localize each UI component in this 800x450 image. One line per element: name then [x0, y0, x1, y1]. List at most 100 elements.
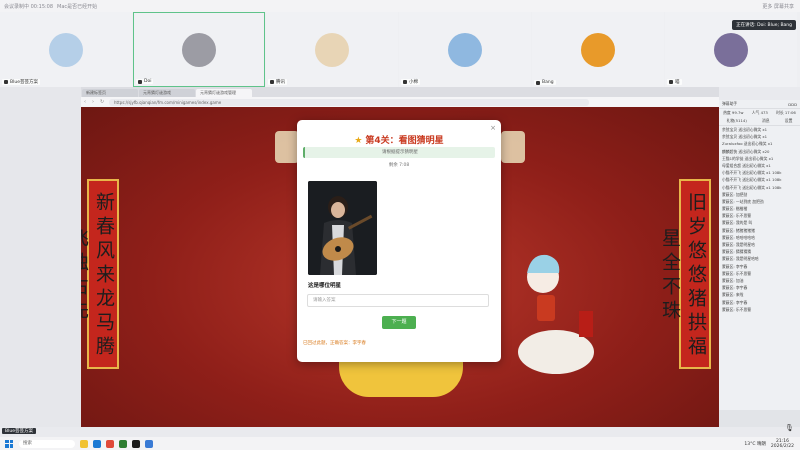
chat-message: Zuraluxfoo 送出初心微笑 x1: [722, 141, 773, 147]
chat-message: 王猫1的学徒 送出初心微笑 x1: [722, 155, 774, 161]
chat-message: 麟麟超快 送出初心微笑 x20: [722, 148, 770, 154]
forward-icon[interactable]: ›: [92, 99, 97, 105]
chat-tab[interactable]: 设置: [785, 118, 793, 124]
chat-message: 母爱组合超 送出初心微笑 x1: [722, 162, 771, 168]
countdown-timer: 剩余 7:08: [388, 163, 410, 168]
participant-tile[interactable]: 小棉: [399, 12, 531, 87]
chat-message: 小猫不开飞 送出初心微笑 x1 108k: [722, 170, 782, 176]
chat-message: 蒙蔽区: 我是明星哈: [722, 242, 755, 247]
windows-taskbar: 搜索 13°C 晴朗 21:16 2026/2/22: [0, 437, 800, 450]
weather-widget[interactable]: 13°C 晴朗: [744, 441, 766, 447]
next-question-button[interactable]: 下一题: [382, 316, 416, 329]
chat-tab[interactable]: 消息: [762, 118, 770, 124]
participant-avatar: [714, 32, 748, 67]
meeting-app-name: Mac是否已经开始: [57, 3, 98, 10]
chat-header-right[interactable]: DDD: [788, 102, 797, 107]
participant-avatar: [315, 32, 349, 67]
couplet-left: 新春风来龙马腾飞独占先: [81, 179, 119, 369]
meeting-top-bar: 会议录制中 00:15:08 Mac是否已经开始 更多 屏幕共享: [0, 0, 800, 12]
browser-tab[interactable]: 元宵猜灯谜游戏: [139, 89, 195, 97]
chat-message: 蒙蔽区: 我的是 叫: [722, 220, 753, 226]
edge-browser-icon[interactable]: [93, 439, 101, 448]
chat-message: 蒙蔽区: 加油: [722, 277, 744, 283]
chat-message: 蒙蔽区: 楷楷楷: [722, 206, 748, 212]
chat-message: 余弦宝贝 送出初心微笑 x1: [722, 127, 768, 132]
meeting-app-icon[interactable]: [145, 439, 153, 448]
meeting-top-right-controls[interactable]: 更多 屏幕共享: [762, 3, 794, 10]
windows-start-icon[interactable]: [5, 439, 13, 448]
quiz-modal: × ★ 第4关：看图猜明星 请根据提示猜明星 剩余 7:08 这是哪位明星 请输入…: [297, 120, 501, 362]
participant-name: 腾讯: [276, 80, 285, 85]
mic-icon: [4, 80, 8, 84]
steam-icon[interactable]: [132, 439, 140, 448]
chat-message: 蒙蔽区: 加把劲: [722, 191, 748, 197]
chat-message: 蒙蔽区: 李宇春: [722, 299, 748, 305]
game-top-button[interactable]: [275, 131, 299, 163]
chat-message: 蒙蔽区: 一站到底 加把劲: [722, 198, 764, 204]
chat-message: 蒙蔽区: 猪猪猪猪猪: [722, 227, 755, 233]
chat-message: 小猫不开飞 送出初心微笑 x1 108k: [722, 184, 782, 190]
mascot-illustration: [518, 254, 594, 374]
participant-name: Doi: [144, 79, 152, 84]
answer-input[interactable]: 请输入答案: [307, 294, 489, 307]
clock[interactable]: 21:16 2026/2/22: [771, 439, 794, 449]
browser-tab[interactable]: 新建标签页: [82, 89, 138, 97]
stat-item: 热度 99.7w: [723, 110, 744, 115]
mic-icon: [536, 80, 540, 85]
question-label: 这是哪位明星: [308, 283, 342, 289]
answer-status: 已回过此题，正确答案：李宇春: [303, 341, 366, 346]
chat-message: 蒙蔽区: 乐不思蜀: [722, 270, 752, 276]
taskbar-search[interactable]: 搜索: [19, 439, 75, 448]
chat-message: 蒙蔽区: 李宇春: [722, 263, 748, 269]
app-icon[interactable]: [106, 439, 114, 448]
stat-item: 时长 17:06: [776, 110, 796, 115]
chat-stats: 热度 99.7w 人气 473 时长 17:06: [719, 109, 800, 117]
microphone-icon[interactable]: 🎙: [785, 424, 794, 432]
chat-header-title: 弹幕助手: [722, 101, 738, 106]
chat-message: 余弦宝贝 送出初心微笑 x1: [722, 134, 768, 140]
mic-icon: [138, 79, 142, 84]
participant-tile[interactable]: Blue芸芸方案: [0, 12, 132, 87]
browser-tab-bar: 新建标签页 元宵猜灯谜游戏 元宵猜灯谜游戏管理: [81, 87, 719, 97]
participant-name: 小棉: [409, 80, 418, 85]
participant-avatar: [448, 32, 482, 67]
left-empty-panel: [0, 87, 81, 427]
participant-tile[interactable]: 腾讯: [266, 12, 398, 87]
chat-message: 蒙蔽区: 乐不思蜀: [722, 306, 752, 312]
celebrity-photo: [308, 181, 377, 275]
stat-item: 人气 473: [751, 110, 768, 115]
chat-message-list: 余弦宝贝 送出初心微笑 x1 余弦宝贝 送出初心微笑 x1 Zuraluxfoo 送…: [719, 126, 800, 313]
game-canvas: 新春风来龙马腾飞独占先 旧岁悠悠猪拱福星全不珠 × ★第4关：看图猜明星 请根据…: [81, 107, 719, 427]
reload-icon[interactable]: ↻: [100, 99, 105, 105]
modal-title: 第4关：看图猜明星: [365, 136, 444, 146]
close-icon[interactable]: ×: [490, 124, 496, 132]
danmaku-chat-panel: 弹幕助手 DDD 热度 99.7w 人气 473 时长 17:06 礼物(511…: [719, 100, 800, 410]
game-top-button[interactable]: [501, 131, 525, 163]
participant-name: Bang: [542, 80, 554, 85]
chat-tab[interactable]: 礼物(5114): [727, 118, 747, 124]
browser-tab-active[interactable]: 元宵猜灯谜游戏管理: [196, 89, 252, 97]
participant-tile[interactable]: Bang: [532, 12, 664, 87]
meeting-status: 会议录制中 00:15:08: [4, 3, 54, 10]
mic-icon: [669, 80, 673, 84]
star-icon: ★: [354, 136, 363, 146]
file-explorer-icon[interactable]: [80, 439, 88, 448]
chat-message: 蒙蔽区: 李宇春: [722, 285, 748, 291]
url-field[interactable]: https://sjyfb.qianqian/fm.com/minigames/…: [109, 98, 589, 106]
chat-message: 蒙蔽区: 来啦: [722, 292, 744, 298]
participant-avatar: [581, 32, 615, 67]
chat-message: 蒙蔽区: 乐不思蜀: [722, 213, 752, 219]
self-name-badge: Blue芸芸方案: [2, 428, 36, 434]
mic-icon: [270, 80, 274, 84]
app-icon[interactable]: [119, 439, 127, 448]
browser-address-bar: ‹ › ↻ https://sjyfb.qianqian/fm.com/mini…: [81, 97, 719, 107]
chat-message: 蒙蔽区: 我是明星哈哈: [722, 256, 759, 262]
participant-avatar: [182, 32, 216, 67]
mic-icon: [403, 80, 407, 84]
participant-tile[interactable]: Doi: [133, 12, 265, 87]
progress-bar: 请根据提示猜明星: [303, 147, 495, 158]
back-icon[interactable]: ‹: [84, 99, 89, 105]
chat-message: 蒙蔽区: 哈哈哈哈哈: [722, 234, 755, 240]
couplet-right: 旧岁悠悠猪拱福星全不珠: [659, 179, 711, 369]
participant-avatar: [49, 32, 83, 67]
